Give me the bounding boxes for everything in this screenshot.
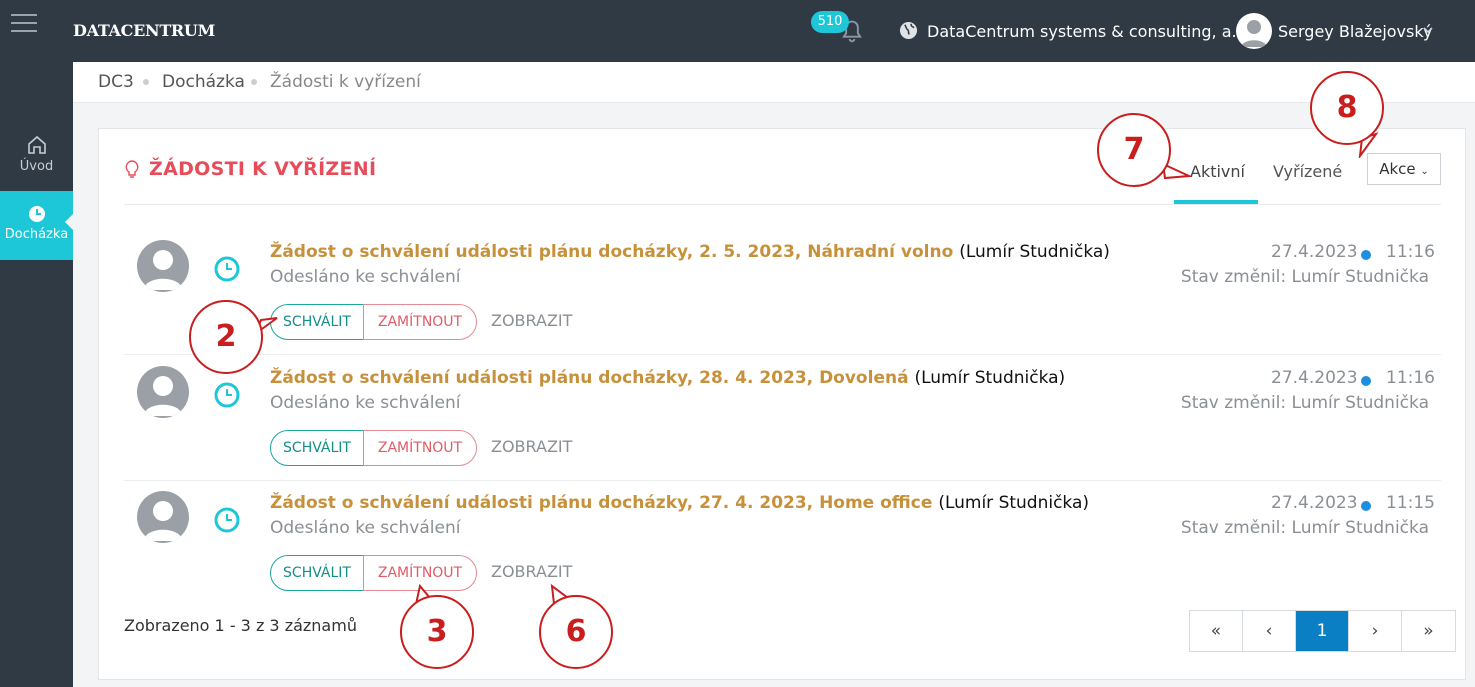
divider bbox=[124, 204, 1441, 205]
avatar bbox=[137, 240, 189, 292]
avatar bbox=[137, 366, 189, 418]
page-next-button[interactable]: › bbox=[1349, 611, 1402, 651]
view-button[interactable]: ZOBRAZIT bbox=[491, 562, 572, 581]
status-changed-by: Stav změnil: Lumír Studnička bbox=[1180, 267, 1429, 287]
breadcrumb-separator bbox=[143, 79, 149, 85]
request-title-link[interactable]: Žádost o schválení události plánu docház… bbox=[270, 368, 909, 388]
request-person: (Lumír Studnička) bbox=[938, 493, 1090, 513]
status-dot bbox=[1361, 250, 1371, 260]
user-name[interactable]: Sergey Blažejovský bbox=[1278, 22, 1433, 41]
request-time: 11:15 bbox=[1386, 493, 1435, 513]
request-person: (Lumír Studnička) bbox=[914, 368, 1066, 388]
home-icon bbox=[27, 135, 46, 154]
approve-button[interactable]: SCHVÁLIT bbox=[270, 430, 364, 466]
request-date: 27.4.2023 bbox=[1271, 242, 1358, 262]
logo[interactable]: DataCentrum bbox=[73, 21, 215, 40]
request-title[interactable]: Žádost o schválení události plánu docház… bbox=[270, 493, 1089, 513]
status-changed-by: Stav změnil: Lumír Studnička bbox=[1180, 393, 1429, 413]
request-title[interactable]: Žádost o schválení události plánu docház… bbox=[270, 242, 1110, 262]
status-dot bbox=[1361, 376, 1371, 386]
chevron-down-icon: ⌄ bbox=[1420, 166, 1429, 177]
list-item: Žádost o schválení události plánu docház… bbox=[124, 480, 1441, 606]
clock-icon bbox=[214, 507, 240, 533]
company-name[interactable]: DataCentrum systems & consulting, a.s. bbox=[927, 22, 1250, 41]
lightbulb-icon bbox=[125, 160, 139, 178]
page-last-button[interactable]: » bbox=[1402, 611, 1455, 651]
actions-label: Akce bbox=[1379, 160, 1416, 178]
avatar bbox=[137, 491, 189, 543]
top-bar: DataCentrum 510 DataCentrum systems & co… bbox=[0, 0, 1475, 62]
request-title[interactable]: Žádost o schválení události plánu docház… bbox=[270, 368, 1065, 388]
sidebar-item-label: Úvod bbox=[19, 159, 54, 174]
sidebar-item-home[interactable]: Úvod bbox=[0, 134, 73, 174]
user-avatar[interactable] bbox=[1236, 13, 1272, 49]
page-first-button[interactable]: « bbox=[1190, 611, 1243, 651]
tab-resolved[interactable]: Vyřízené bbox=[1273, 162, 1342, 181]
breadcrumb-item-current: Žádosti k vyřízení bbox=[270, 72, 421, 92]
breadcrumb-item-attendance[interactable]: Docházka bbox=[162, 72, 245, 92]
page-title: ŽÁDOSTI K VYŘÍZENÍ bbox=[149, 158, 377, 180]
view-button[interactable]: ZOBRAZIT bbox=[491, 437, 572, 456]
clock-icon bbox=[28, 206, 45, 222]
list-item: Žádost o schválení události plánu docház… bbox=[124, 229, 1441, 355]
request-time: 11:16 bbox=[1386, 242, 1435, 262]
annotation-callout-7: 7 bbox=[1097, 113, 1171, 187]
sidebar-item-label: Docházka bbox=[4, 227, 69, 242]
approve-button[interactable]: SCHVÁLIT bbox=[270, 555, 364, 591]
breadcrumb-separator bbox=[251, 79, 257, 85]
reject-button[interactable]: ZAMÍTNOUT bbox=[363, 430, 477, 466]
clock-icon bbox=[214, 382, 240, 408]
globe-icon bbox=[899, 21, 918, 40]
menu-icon[interactable] bbox=[11, 14, 37, 34]
approve-button[interactable]: SCHVÁLIT bbox=[270, 304, 364, 340]
clock-icon bbox=[214, 256, 240, 282]
request-status: Odesláno ke schválení bbox=[270, 267, 461, 287]
annotation-callout-8: 8 bbox=[1310, 71, 1384, 145]
status-dot bbox=[1361, 501, 1371, 511]
list-item: Žádost o schválení události plánu docház… bbox=[124, 355, 1441, 481]
breadcrumb: DC3 Docházka Žádosti k vyřízení bbox=[73, 62, 1475, 103]
requests-panel: ŽÁDOSTI K VYŘÍZENÍ Aktivní Vyřízené Akce… bbox=[98, 128, 1466, 680]
request-time: 11:16 bbox=[1386, 368, 1435, 388]
request-title-link[interactable]: Žádost o schválení události plánu docház… bbox=[270, 493, 932, 513]
annotation-callout-3: 3 bbox=[400, 595, 474, 669]
breadcrumb-item-dc3[interactable]: DC3 bbox=[98, 72, 134, 92]
request-status: Odesláno ke schválení bbox=[270, 393, 461, 413]
tab-active[interactable]: Aktivní bbox=[1190, 162, 1245, 181]
request-date: 27.4.2023 bbox=[1271, 493, 1358, 513]
annotation-callout-6: 6 bbox=[539, 595, 613, 669]
request-title-link[interactable]: Žádost o schválení události plánu docház… bbox=[270, 242, 953, 262]
request-person: (Lumír Studnička) bbox=[959, 242, 1110, 262]
notification-badge[interactable]: 510 bbox=[811, 11, 849, 33]
chevron-down-icon[interactable] bbox=[1422, 24, 1434, 36]
request-date: 27.4.2023 bbox=[1271, 368, 1358, 388]
pagination: « ‹ 1 › » bbox=[1189, 610, 1456, 652]
view-button[interactable]: ZOBRAZIT bbox=[491, 311, 572, 330]
sidebar: Úvod Docházka bbox=[0, 62, 74, 687]
sidebar-item-attendance[interactable]: Docházka bbox=[0, 191, 74, 260]
status-changed-by: Stav změnil: Lumír Studnička bbox=[1180, 518, 1429, 538]
records-summary: Zobrazeno 1 - 3 z 3 záznamů bbox=[124, 616, 357, 635]
annotation-callout-2: 2 bbox=[189, 300, 263, 374]
page-current-button[interactable]: 1 bbox=[1296, 611, 1349, 651]
request-status: Odesláno ke schválení bbox=[270, 518, 461, 538]
page-prev-button[interactable]: ‹ bbox=[1243, 611, 1296, 651]
reject-button[interactable]: ZAMÍTNOUT bbox=[363, 304, 477, 340]
